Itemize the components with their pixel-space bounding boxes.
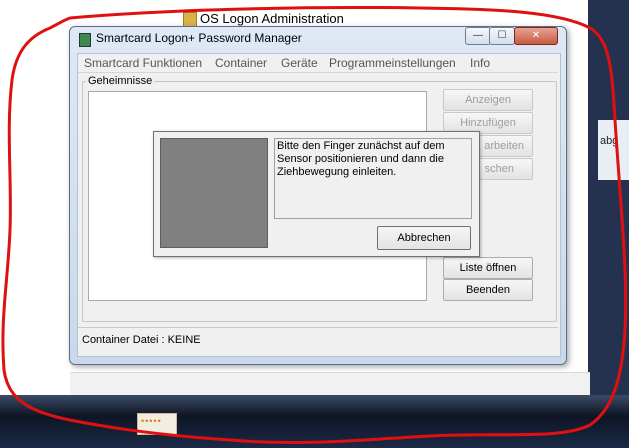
background-window-title: OS Logon Administration (200, 11, 344, 26)
menu-geraete[interactable]: Geräte (281, 56, 318, 70)
taskbar (0, 395, 629, 448)
dialog-message: Bitte den Finger zunächst auf dem Sensor… (277, 140, 445, 178)
background-left-panel (0, 26, 70, 376)
menu-programmeinstellungen[interactable]: Programmeinstellungen (329, 56, 456, 70)
exit-button[interactable]: Beenden (443, 279, 533, 301)
menu-info[interactable]: Info (470, 56, 490, 70)
status-text: Container Datei : KEINE (82, 334, 201, 346)
open-list-button[interactable]: Liste öffnen (443, 257, 533, 279)
close-button[interactable]: ✕ (514, 27, 558, 45)
background-lower-bar (70, 372, 590, 395)
menu-container[interactable]: Container (215, 56, 267, 70)
maximize-button[interactable]: ☐ (489, 27, 515, 45)
minimize-button[interactable]: — (465, 27, 491, 45)
secrets-group-label: Geheimnisse (86, 75, 155, 87)
fingerprint-image-area (160, 138, 268, 248)
taskbar-app-dots: ••••• (141, 416, 162, 426)
app-icon (79, 33, 91, 47)
window-title: Smartcard Logon+ Password Manager (96, 31, 302, 45)
status-separator (78, 327, 558, 328)
background-strip-label: abg (600, 135, 619, 147)
menu-smartcard-funktionen[interactable]: Smartcard Funktionen (84, 56, 202, 70)
background-right-strip (588, 0, 629, 395)
background-strip-panel (598, 120, 629, 180)
show-button[interactable]: Anzeigen (443, 89, 533, 111)
cancel-button[interactable]: Abbrechen (377, 226, 471, 250)
